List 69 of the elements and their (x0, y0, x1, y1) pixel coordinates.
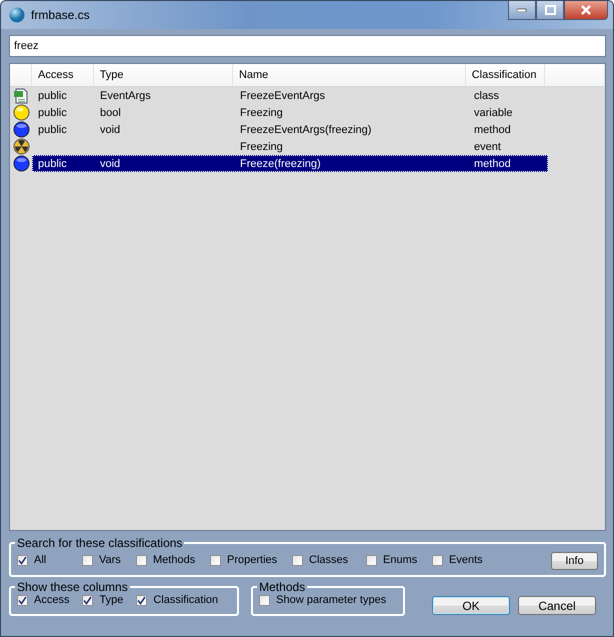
info-button[interactable]: Info (551, 552, 598, 570)
checkbox[interactable] (210, 554, 221, 566)
table-cell: public (38, 124, 67, 136)
minimize-icon (517, 8, 527, 12)
table-cell: class (474, 90, 500, 102)
group-title: Methods (258, 580, 306, 594)
table-cell: EventArgs (100, 90, 151, 102)
column-header[interactable]: Type (94, 64, 233, 86)
checkbox[interactable] (259, 594, 270, 606)
list-row[interactable]: public void FreezeEventArgs(freezing) method (32, 121, 548, 138)
variable-ball-icon (12, 104, 30, 121)
maximize-button[interactable] (536, 1, 564, 20)
checkbox-label: Events (449, 554, 483, 566)
table-cell: method (474, 124, 511, 136)
table-cell: event (474, 140, 501, 152)
window-title: frmbase.cs (31, 8, 90, 22)
checkbox-label: All (34, 554, 46, 566)
ok-button[interactable]: OK (432, 596, 510, 615)
checkbox-label: Show parameter types (276, 594, 386, 606)
table-cell: public (38, 90, 67, 102)
minimize-button[interactable] (508, 1, 536, 20)
table-cell: FreezeEventArgs (240, 90, 325, 102)
close-button[interactable] (564, 1, 608, 20)
table-cell: method (474, 158, 511, 170)
table-cell: FreezeEventArgs(freezing) (240, 124, 372, 136)
checkbox[interactable] (136, 554, 147, 566)
column-header[interactable]: Name (232, 64, 466, 86)
list-row[interactable]: public void Freeze(freezing) method (32, 155, 548, 172)
table-cell: variable (474, 106, 513, 118)
checkbox[interactable] (432, 554, 443, 566)
column-header[interactable]: Classification (466, 64, 546, 86)
checkbox-label: Properties (227, 554, 278, 566)
checkbox[interactable] (366, 554, 377, 566)
method-ball-icon (12, 155, 30, 172)
checkbox-label: Access (34, 594, 70, 606)
checkbox[interactable] (292, 554, 303, 566)
checkbox-label: Vars (99, 554, 121, 566)
table-cell: bool (100, 106, 121, 118)
app-icon (9, 7, 25, 23)
search-field[interactable]: freez (9, 35, 606, 57)
checkbox-label: Classes (309, 554, 348, 566)
table-cell: Freezing (240, 140, 283, 152)
checkbox-label: Type (99, 594, 124, 606)
checkbox-label: Methods (153, 554, 196, 566)
list-row[interactable]: public bool Freezing variable (32, 104, 548, 121)
group-title: Search for these classifications (16, 536, 184, 550)
group-title: Show these columns (16, 580, 129, 594)
table-cell: Freeze(freezing) (240, 158, 321, 170)
checkbox-label: Classification (153, 594, 218, 606)
method-ball-icon (12, 121, 30, 138)
list-row[interactable]: public EventArgs FreezeEventArgs class (32, 87, 548, 104)
table-cell: void (100, 158, 120, 170)
radiation-ball-icon (12, 138, 30, 155)
checkbox[interactable] (136, 594, 148, 606)
class-file-icon (13, 88, 29, 104)
checkbox[interactable] (82, 594, 94, 606)
list-row[interactable]: Freezing event (32, 138, 548, 155)
maximize-icon (544, 5, 556, 15)
table-cell: Freezing (240, 106, 283, 118)
close-icon (580, 5, 592, 15)
checkbox-label: Enums (383, 554, 418, 566)
column-header[interactable]: Access (32, 64, 94, 86)
table-cell: void (100, 124, 120, 136)
checkbox[interactable] (82, 554, 93, 566)
table-cell: public (38, 106, 67, 118)
cancel-button[interactable]: Cancel (518, 596, 596, 615)
table-cell: public (38, 158, 67, 170)
checkbox[interactable] (17, 594, 28, 606)
checkbox[interactable] (17, 554, 28, 566)
